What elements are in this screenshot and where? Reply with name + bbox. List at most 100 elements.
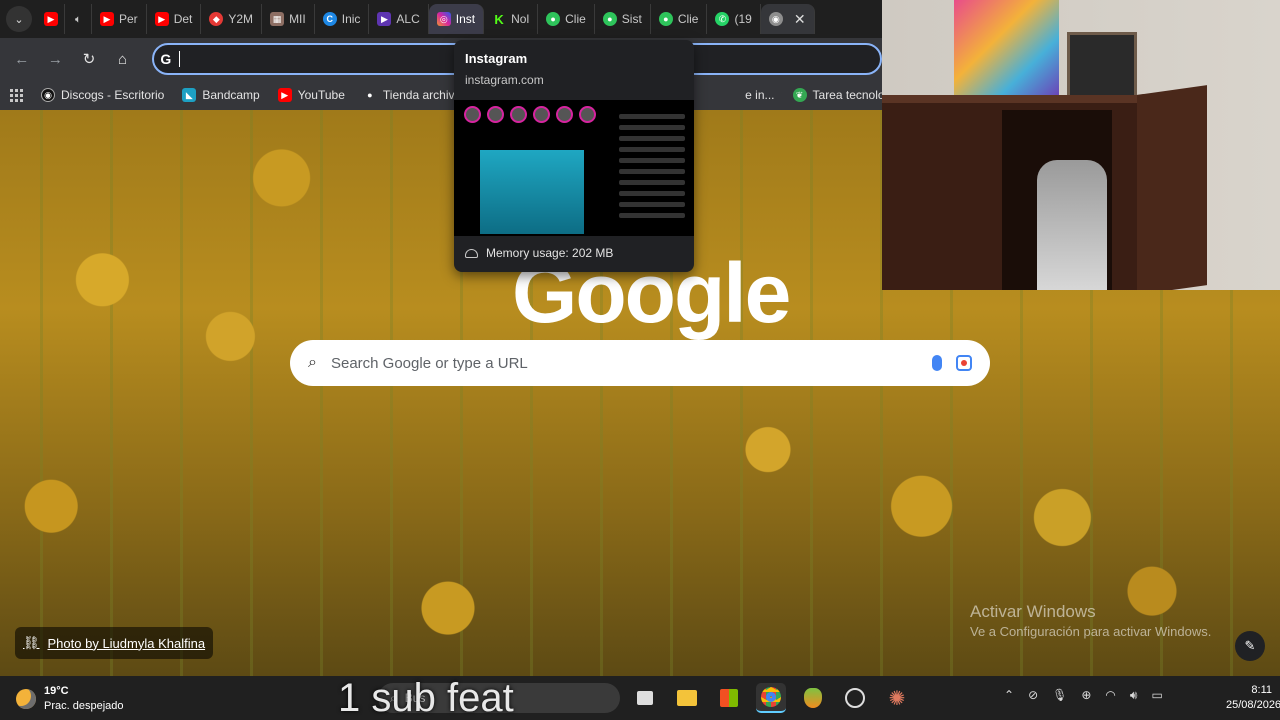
customize-button[interactable]: ✎ [1235,631,1265,661]
preview-stories [464,106,596,123]
tab-label: Nol [511,12,530,26]
tab-label: ALC [396,12,420,26]
cabinet-door [1137,85,1207,290]
hovercard-preview [454,100,694,236]
preview-post-image [480,150,584,234]
close-icon[interactable]: ✕ [794,11,806,28]
weather-widget[interactable]: 19°C Prac. despejado [16,684,124,714]
tab-y2m[interactable]: ◆ Y2M [201,4,263,34]
hovercard-title: Instagram [465,51,528,66]
bookmark-bandcamp[interactable]: ◣ Bandcamp [182,88,260,102]
ntp-search-box[interactable]: ⌕ Search Google or type a URL [290,340,990,386]
system-tray: ⌃ ⊘ 🎙︎ ⊕ ◠ 🔊︎ ▭ [1004,688,1163,703]
tab-instagram[interactable]: ◎ Inst [428,4,485,34]
tab-label: (19 [734,12,752,26]
image-icon: ▦ [270,12,285,26]
system-clock[interactable]: 8:11 25/08/2026 [1226,683,1280,713]
google-lens-icon[interactable] [956,355,972,371]
graduation-photo [1067,32,1137,98]
tab-inic[interactable]: C Inic [315,4,370,34]
store-icon [720,689,738,707]
youtube-icon: ▶ [154,12,169,26]
folder-icon [677,690,697,706]
discogs-icon: ◉ [41,88,55,102]
weather-temperature: 19°C [44,685,69,697]
tab-clie-2[interactable]: ● Clie [651,4,708,34]
chrome-icon [761,687,781,707]
memory-gauge-icon [465,248,478,258]
starburst-icon: ✺ [888,687,906,710]
claude-button[interactable]: ✺ [882,683,912,713]
tab-search-button[interactable]: ⌄ [6,6,32,32]
tab-label: Clie [677,12,699,26]
bookmark-tienda[interactable]: ● Tienda archivos [363,88,467,102]
tab-nol[interactable]: K Nol [484,4,539,34]
memory-usage-text: Memory usage: 202 MB [486,246,614,260]
bookmark-discogs[interactable]: ◉ Discogs - Escritorio [41,88,164,102]
chrome-taskbar-button[interactable] [756,683,786,713]
weather-condition: Prac. despejado [44,700,124,712]
volume-icon[interactable]: 🔊︎ [1130,688,1138,703]
forward-button[interactable]: → [42,45,70,73]
link-icon: ⛓ [23,635,40,650]
chevron-up-icon[interactable]: ⌃ [1004,688,1014,703]
task-view-icon [637,691,653,705]
hovercard-url: instagram.com [465,73,544,87]
tab-whatsapp[interactable]: ✆ (19 [707,4,761,34]
kick-icon: K [494,11,504,27]
speaker-icon: 🔈︎ [75,13,81,24]
story-avatar [487,106,504,123]
tab-audio[interactable]: 🔈︎ [65,4,92,34]
home-icon: ⌂ [118,50,128,68]
youtube-icon: ▶ [44,12,58,26]
bookmark-youtube[interactable]: ▶ YouTube [277,88,345,102]
tab-sist[interactable]: ● Sist [595,4,651,34]
recorder-button[interactable] [840,683,870,713]
taskbar-apps: ✺ [630,683,912,713]
tab-det[interactable]: ▶ Det [147,4,202,34]
battery-icon[interactable]: ▭ [1151,688,1162,703]
story-avatar [510,106,527,123]
tab-youtube-1[interactable]: ▶ [38,4,65,34]
microphone-icon[interactable] [932,355,942,371]
tab-clie-1[interactable]: ● Clie [538,4,595,34]
activation-subtitle: Ve a Configuración para activar Windows. [970,624,1212,639]
file-explorer-button[interactable] [672,683,702,713]
apps-grid-icon[interactable] [10,88,23,102]
bookmark-hidden[interactable]: e in... [745,88,774,102]
youtube-icon: ▶ [100,12,114,26]
wifi-icon[interactable]: ◠ [1105,688,1115,703]
task-view-button[interactable] [630,683,660,713]
tab-per[interactable]: ▶ Per [92,4,147,34]
tab-label: Inst [455,12,476,26]
fruit-icon [804,688,822,708]
story-avatar [556,106,573,123]
photo-credit-link[interactable]: ⛓ Photo by Liudmyla Khalfina [15,627,214,659]
home-button[interactable]: ⌂ [109,45,137,73]
reload-button[interactable]: ↻ [75,45,103,73]
arrow-right-icon: → [47,50,63,68]
activation-title: Activar Windows [970,602,1096,621]
hanging-bag [1037,160,1107,290]
no-location-icon[interactable]: ⊘ [1028,688,1038,703]
y2mate-icon: ◆ [209,12,224,26]
back-button[interactable]: ← [8,45,36,73]
tab-alc[interactable]: ▶ ALC [369,4,429,34]
microphone-icon[interactable]: 🎙︎ [1052,688,1067,703]
photo-credit-text: Photo by Liudmyla Khalfina [47,635,206,651]
fl-studio-button[interactable] [798,683,828,713]
bookmark-label: Discogs - Escritorio [61,88,165,102]
tab-mii[interactable]: ▦ MII [262,4,315,34]
bandcamp-icon: ◣ [182,88,197,102]
tab-new-tab[interactable]: ◉ ✕ [760,4,815,34]
language-icon[interactable]: ⊕ [1081,688,1091,703]
tab-label: Clie [565,12,586,26]
text-caret [179,51,181,67]
store-button[interactable] [714,683,744,713]
weather-sun-icon [16,689,36,709]
arrow-left-icon: ← [14,50,30,68]
story-avatar [533,106,550,123]
google-g-icon: G [160,51,172,67]
windows-taskbar: 19°C Prac. despejado ⌕ Bus ✺ ⌃ ⊘ 🎙︎ ⊕ ◠ … [0,676,1280,720]
search-placeholder: Search Google or type a URL [330,354,528,372]
